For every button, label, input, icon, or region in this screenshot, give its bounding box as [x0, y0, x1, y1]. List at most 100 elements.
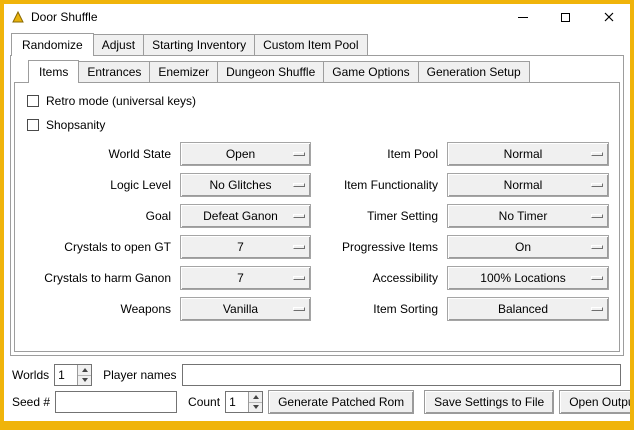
worlds-row: Worlds Player names	[12, 364, 621, 386]
goal-label: Goal	[23, 209, 171, 223]
item-sorting-value: Balanced	[498, 302, 548, 316]
count-spin-buttons	[248, 392, 262, 412]
seed-label: Seed #	[12, 395, 50, 409]
count-label: Count	[188, 395, 220, 409]
dropdown-indicator-icon	[293, 183, 305, 187]
settings-grid: World State Open Item Pool Normal Logic …	[23, 142, 611, 321]
shopsanity-label: Shopsanity	[46, 118, 105, 132]
world-state-value: Open	[226, 147, 255, 161]
minimize-icon	[518, 17, 528, 18]
tab-dungeon-shuffle[interactable]: Dungeon Shuffle	[217, 61, 324, 82]
tab-entrances[interactable]: Entrances	[78, 61, 150, 82]
item-pool-label: Item Pool	[320, 147, 438, 161]
logic-level-value: No Glitches	[209, 178, 271, 192]
worlds-label: Worlds	[12, 368, 49, 382]
accessibility-dropdown[interactable]: 100% Locations	[447, 266, 609, 290]
timer-setting-value: No Timer	[499, 209, 548, 223]
shopsanity-checkbox[interactable]: Shopsanity	[27, 118, 611, 132]
logic-level-dropdown[interactable]: No Glitches	[180, 173, 311, 197]
tab-game-options[interactable]: Game Options	[323, 61, 418, 82]
save-settings-button[interactable]: Save Settings to File	[424, 390, 554, 414]
dropdown-indicator-icon	[591, 183, 603, 187]
dropdown-indicator-icon	[591, 214, 603, 218]
worlds-spin-buttons	[77, 365, 91, 385]
item-pool-value: Normal	[504, 147, 543, 161]
tab-items[interactable]: Items	[28, 60, 79, 83]
sub-tab-bar: Items Entrances Enemizer Dungeon Shuffle…	[14, 60, 620, 82]
logic-level-label: Logic Level	[23, 178, 171, 192]
open-output-directory-button[interactable]: Open Output Directory	[559, 390, 634, 414]
window-title: Door Shuffle	[31, 10, 98, 24]
timer-setting-dropdown[interactable]: No Timer	[447, 204, 609, 228]
progressive-items-dropdown[interactable]: On	[447, 235, 609, 259]
world-state-dropdown[interactable]: Open	[180, 142, 311, 166]
spin-up-icon[interactable]	[78, 365, 91, 376]
spin-up-icon[interactable]	[249, 392, 262, 403]
crystals-open-gt-value: 7	[237, 240, 244, 254]
tab-custom-item-pool[interactable]: Custom Item Pool	[254, 34, 367, 55]
maximize-button[interactable]	[544, 4, 587, 30]
checkbox-icon	[27, 119, 39, 131]
weapons-dropdown[interactable]: Vanilla	[180, 297, 311, 321]
goal-dropdown[interactable]: Defeat Ganon	[180, 204, 311, 228]
crystals-open-gt-dropdown[interactable]: 7	[180, 235, 311, 259]
window-controls	[501, 4, 630, 30]
item-sorting-dropdown[interactable]: Balanced	[447, 297, 609, 321]
goal-value: Defeat Ganon	[203, 209, 278, 223]
app-icon	[11, 10, 25, 24]
tab-adjust[interactable]: Adjust	[93, 34, 144, 55]
randomize-pane: Items Entrances Enemizer Dungeon Shuffle…	[10, 55, 624, 356]
timer-setting-label: Timer Setting	[320, 209, 438, 223]
door-shuffle-window: Door Shuffle Randomize Adjust Starting I…	[0, 0, 634, 430]
world-state-label: World State	[23, 147, 171, 161]
weapons-label: Weapons	[23, 302, 171, 316]
dropdown-indicator-icon	[591, 276, 603, 280]
accessibility-value: 100% Locations	[480, 271, 565, 285]
progressive-items-label: Progressive Items	[320, 240, 438, 254]
dropdown-indicator-icon	[591, 307, 603, 311]
count-input[interactable]	[226, 392, 248, 412]
item-pool-dropdown[interactable]: Normal	[447, 142, 609, 166]
dropdown-indicator-icon	[293, 276, 305, 280]
weapons-value: Vanilla	[223, 302, 258, 316]
checkbox-icon	[27, 95, 39, 107]
close-icon	[604, 12, 614, 22]
generate-patched-rom-button[interactable]: Generate Patched Rom	[268, 390, 414, 414]
main-tab-bar: Randomize Adjust Starting Inventory Cust…	[9, 33, 625, 55]
crystals-harm-ganon-value: 7	[237, 271, 244, 285]
count-spinbox[interactable]	[225, 391, 263, 413]
tab-starting-inventory[interactable]: Starting Inventory	[143, 34, 255, 55]
items-pane: Retro mode (universal keys) Shopsanity W…	[14, 82, 620, 352]
item-functionality-value: Normal	[504, 178, 543, 192]
minimize-button[interactable]	[501, 4, 544, 30]
tab-enemizer[interactable]: Enemizer	[149, 61, 218, 82]
accessibility-label: Accessibility	[320, 271, 438, 285]
worlds-spinbox[interactable]	[54, 364, 92, 386]
item-functionality-label: Item Functionality	[320, 178, 438, 192]
spin-down-icon[interactable]	[78, 376, 91, 386]
seed-row: Seed # Count Generate Patched Rom Save S…	[12, 390, 621, 414]
crystals-harm-ganon-dropdown[interactable]: 7	[180, 266, 311, 290]
retro-mode-checkbox[interactable]: Retro mode (universal keys)	[27, 94, 611, 108]
bottom-bar: Worlds Player names Seed # Count	[9, 359, 625, 421]
dropdown-indicator-icon	[293, 307, 305, 311]
item-sorting-label: Item Sorting	[320, 302, 438, 316]
close-button[interactable]	[587, 4, 630, 30]
dropdown-indicator-icon	[591, 152, 603, 156]
spin-down-icon[interactable]	[249, 403, 262, 413]
dropdown-indicator-icon	[293, 152, 305, 156]
tab-randomize[interactable]: Randomize	[11, 33, 94, 56]
retro-mode-label: Retro mode (universal keys)	[46, 94, 196, 108]
item-functionality-dropdown[interactable]: Normal	[447, 173, 609, 197]
seed-input[interactable]	[55, 391, 177, 413]
progressive-items-value: On	[515, 240, 531, 254]
player-names-input[interactable]	[182, 364, 622, 386]
worlds-input[interactable]	[55, 365, 77, 385]
player-names-label: Player names	[103, 368, 176, 382]
crystals-open-gt-label: Crystals to open GT	[23, 240, 171, 254]
dropdown-indicator-icon	[293, 245, 305, 249]
titlebar: Door Shuffle	[4, 4, 630, 30]
window-body: Randomize Adjust Starting Inventory Cust…	[4, 30, 630, 421]
crystals-harm-ganon-label: Crystals to harm Ganon	[23, 271, 171, 285]
tab-generation-setup[interactable]: Generation Setup	[418, 61, 530, 82]
